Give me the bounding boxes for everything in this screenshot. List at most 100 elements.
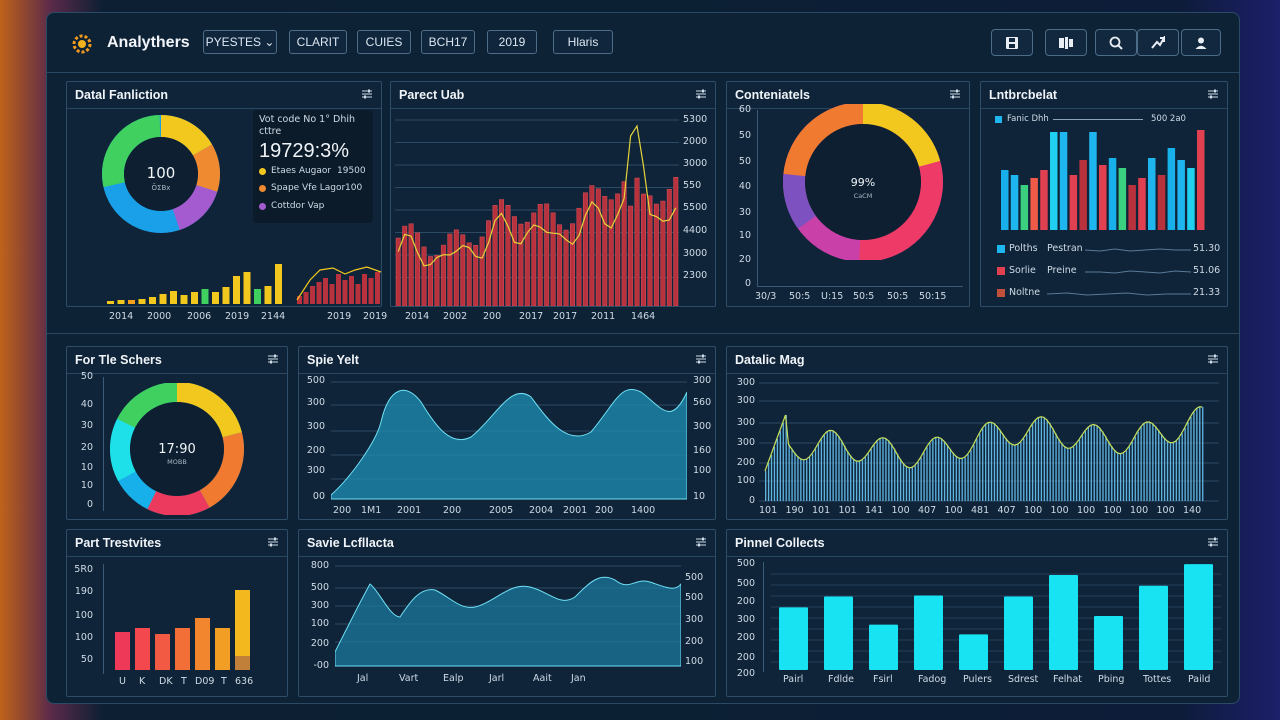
settings-icon[interactable]	[1207, 88, 1219, 100]
bar	[486, 220, 492, 306]
bar	[233, 276, 240, 304]
share-button[interactable]	[1137, 29, 1179, 56]
bar	[1140, 427, 1142, 501]
logo-icon	[72, 34, 92, 54]
bar	[917, 462, 919, 501]
y-tick-right: 200	[685, 636, 704, 647]
bar	[362, 274, 367, 304]
y-tick: 100	[736, 475, 755, 486]
settings-icon[interactable]	[695, 536, 707, 548]
bar	[107, 301, 114, 304]
legend-dot	[259, 168, 266, 175]
panel-title: Part Trestvites	[75, 536, 162, 550]
panel-savie-lcfllacta: Savie Lcfllacta 800 500 300 100 200 -00 …	[298, 529, 716, 697]
settings-icon[interactable]	[949, 88, 961, 100]
bar	[835, 432, 837, 501]
bar	[1049, 574, 1078, 670]
settings-icon[interactable]	[361, 88, 373, 100]
bar	[891, 444, 893, 501]
x-tick: Fdlde	[828, 674, 855, 685]
settings-icon[interactable]	[1207, 536, 1219, 548]
sparkline	[1085, 270, 1191, 274]
sparkline	[1047, 292, 1191, 296]
y-tick: 500	[736, 578, 755, 589]
bch17-button[interactable]: BCH17	[421, 30, 475, 54]
settings-icon[interactable]	[267, 536, 279, 548]
settings-icon[interactable]	[1207, 353, 1219, 365]
bar	[1202, 406, 1204, 501]
bar	[1046, 419, 1048, 501]
bar	[993, 423, 996, 501]
bar	[929, 442, 931, 501]
bar	[212, 292, 219, 304]
y-tick: 10	[80, 480, 93, 491]
x-tick: 2017	[519, 311, 544, 322]
bar	[1084, 431, 1087, 501]
bar	[788, 444, 790, 501]
settings-icon[interactable]	[695, 353, 707, 365]
x-tick: 140	[1183, 505, 1202, 516]
x-tick: Pairl	[783, 674, 804, 685]
row-sub: Pestran	[1047, 243, 1083, 254]
y-tick: 300	[306, 397, 325, 408]
panel-divider	[67, 108, 381, 109]
bar	[873, 444, 875, 501]
x-tick: 2001	[563, 505, 588, 516]
y-tick: 60	[738, 104, 751, 115]
bar	[1099, 427, 1101, 501]
y-tick: 50	[80, 654, 93, 665]
bar	[1187, 168, 1195, 230]
filter-dropdown[interactable]: PYESTES ⌄	[203, 30, 277, 54]
bar	[976, 439, 978, 501]
grouped-bar-chart	[1001, 130, 1205, 230]
y-tick: 300	[736, 614, 755, 625]
bar	[653, 203, 659, 306]
bar	[1040, 170, 1048, 230]
bar	[959, 634, 988, 670]
bar	[853, 458, 855, 501]
bar	[1010, 175, 1019, 230]
legend-label: Spape Vfe Lagor	[271, 183, 346, 193]
row-value: 21.33	[1193, 287, 1221, 298]
account-button[interactable]	[1181, 29, 1221, 56]
settings-icon[interactable]	[695, 88, 707, 100]
year-button[interactable]: 2019	[487, 30, 537, 54]
bar	[914, 595, 943, 670]
bar	[1146, 422, 1148, 501]
tooltip-big-value: 19729:3%	[259, 140, 350, 162]
bar	[964, 457, 966, 501]
panel-divider	[981, 108, 1227, 109]
sparkline	[1085, 248, 1191, 252]
bar	[170, 291, 177, 304]
bar	[855, 460, 858, 501]
settings-icon[interactable]	[267, 353, 279, 365]
search-button[interactable]	[1095, 29, 1137, 56]
x-tick: 100	[1130, 505, 1149, 516]
bar	[342, 280, 348, 304]
bar	[1030, 178, 1038, 230]
x-tick: 1400	[631, 505, 656, 516]
bar	[1166, 440, 1169, 501]
bar	[923, 452, 925, 501]
row-value: 51.06	[1193, 265, 1221, 276]
y-axis	[103, 377, 104, 511]
cuies-button[interactable]: CUIES	[357, 30, 411, 54]
save-button[interactable]	[991, 29, 1033, 56]
panel-pinnel-collects: Pinnel Collects 500 500 200 300 200 200 …	[726, 529, 1228, 697]
x-tick: Ealp	[443, 673, 464, 684]
legend-label: Fanic Dhh	[1007, 114, 1049, 124]
bar	[1002, 434, 1004, 501]
donut-sub: ŌΣВх	[152, 183, 171, 192]
bar	[770, 455, 773, 501]
y-tick: 3000	[683, 248, 708, 259]
y-tick: 200	[736, 652, 755, 663]
bar	[1099, 165, 1107, 230]
clarit-button[interactable]: CLARIT	[289, 30, 347, 54]
hlaris-button[interactable]: Hlaris	[553, 30, 613, 54]
bar	[1177, 160, 1185, 230]
bar	[518, 223, 524, 306]
user-icon	[1195, 37, 1207, 49]
row-value: 51.30	[1193, 243, 1221, 254]
gallery-button[interactable]	[1045, 29, 1087, 56]
bar	[800, 458, 802, 501]
